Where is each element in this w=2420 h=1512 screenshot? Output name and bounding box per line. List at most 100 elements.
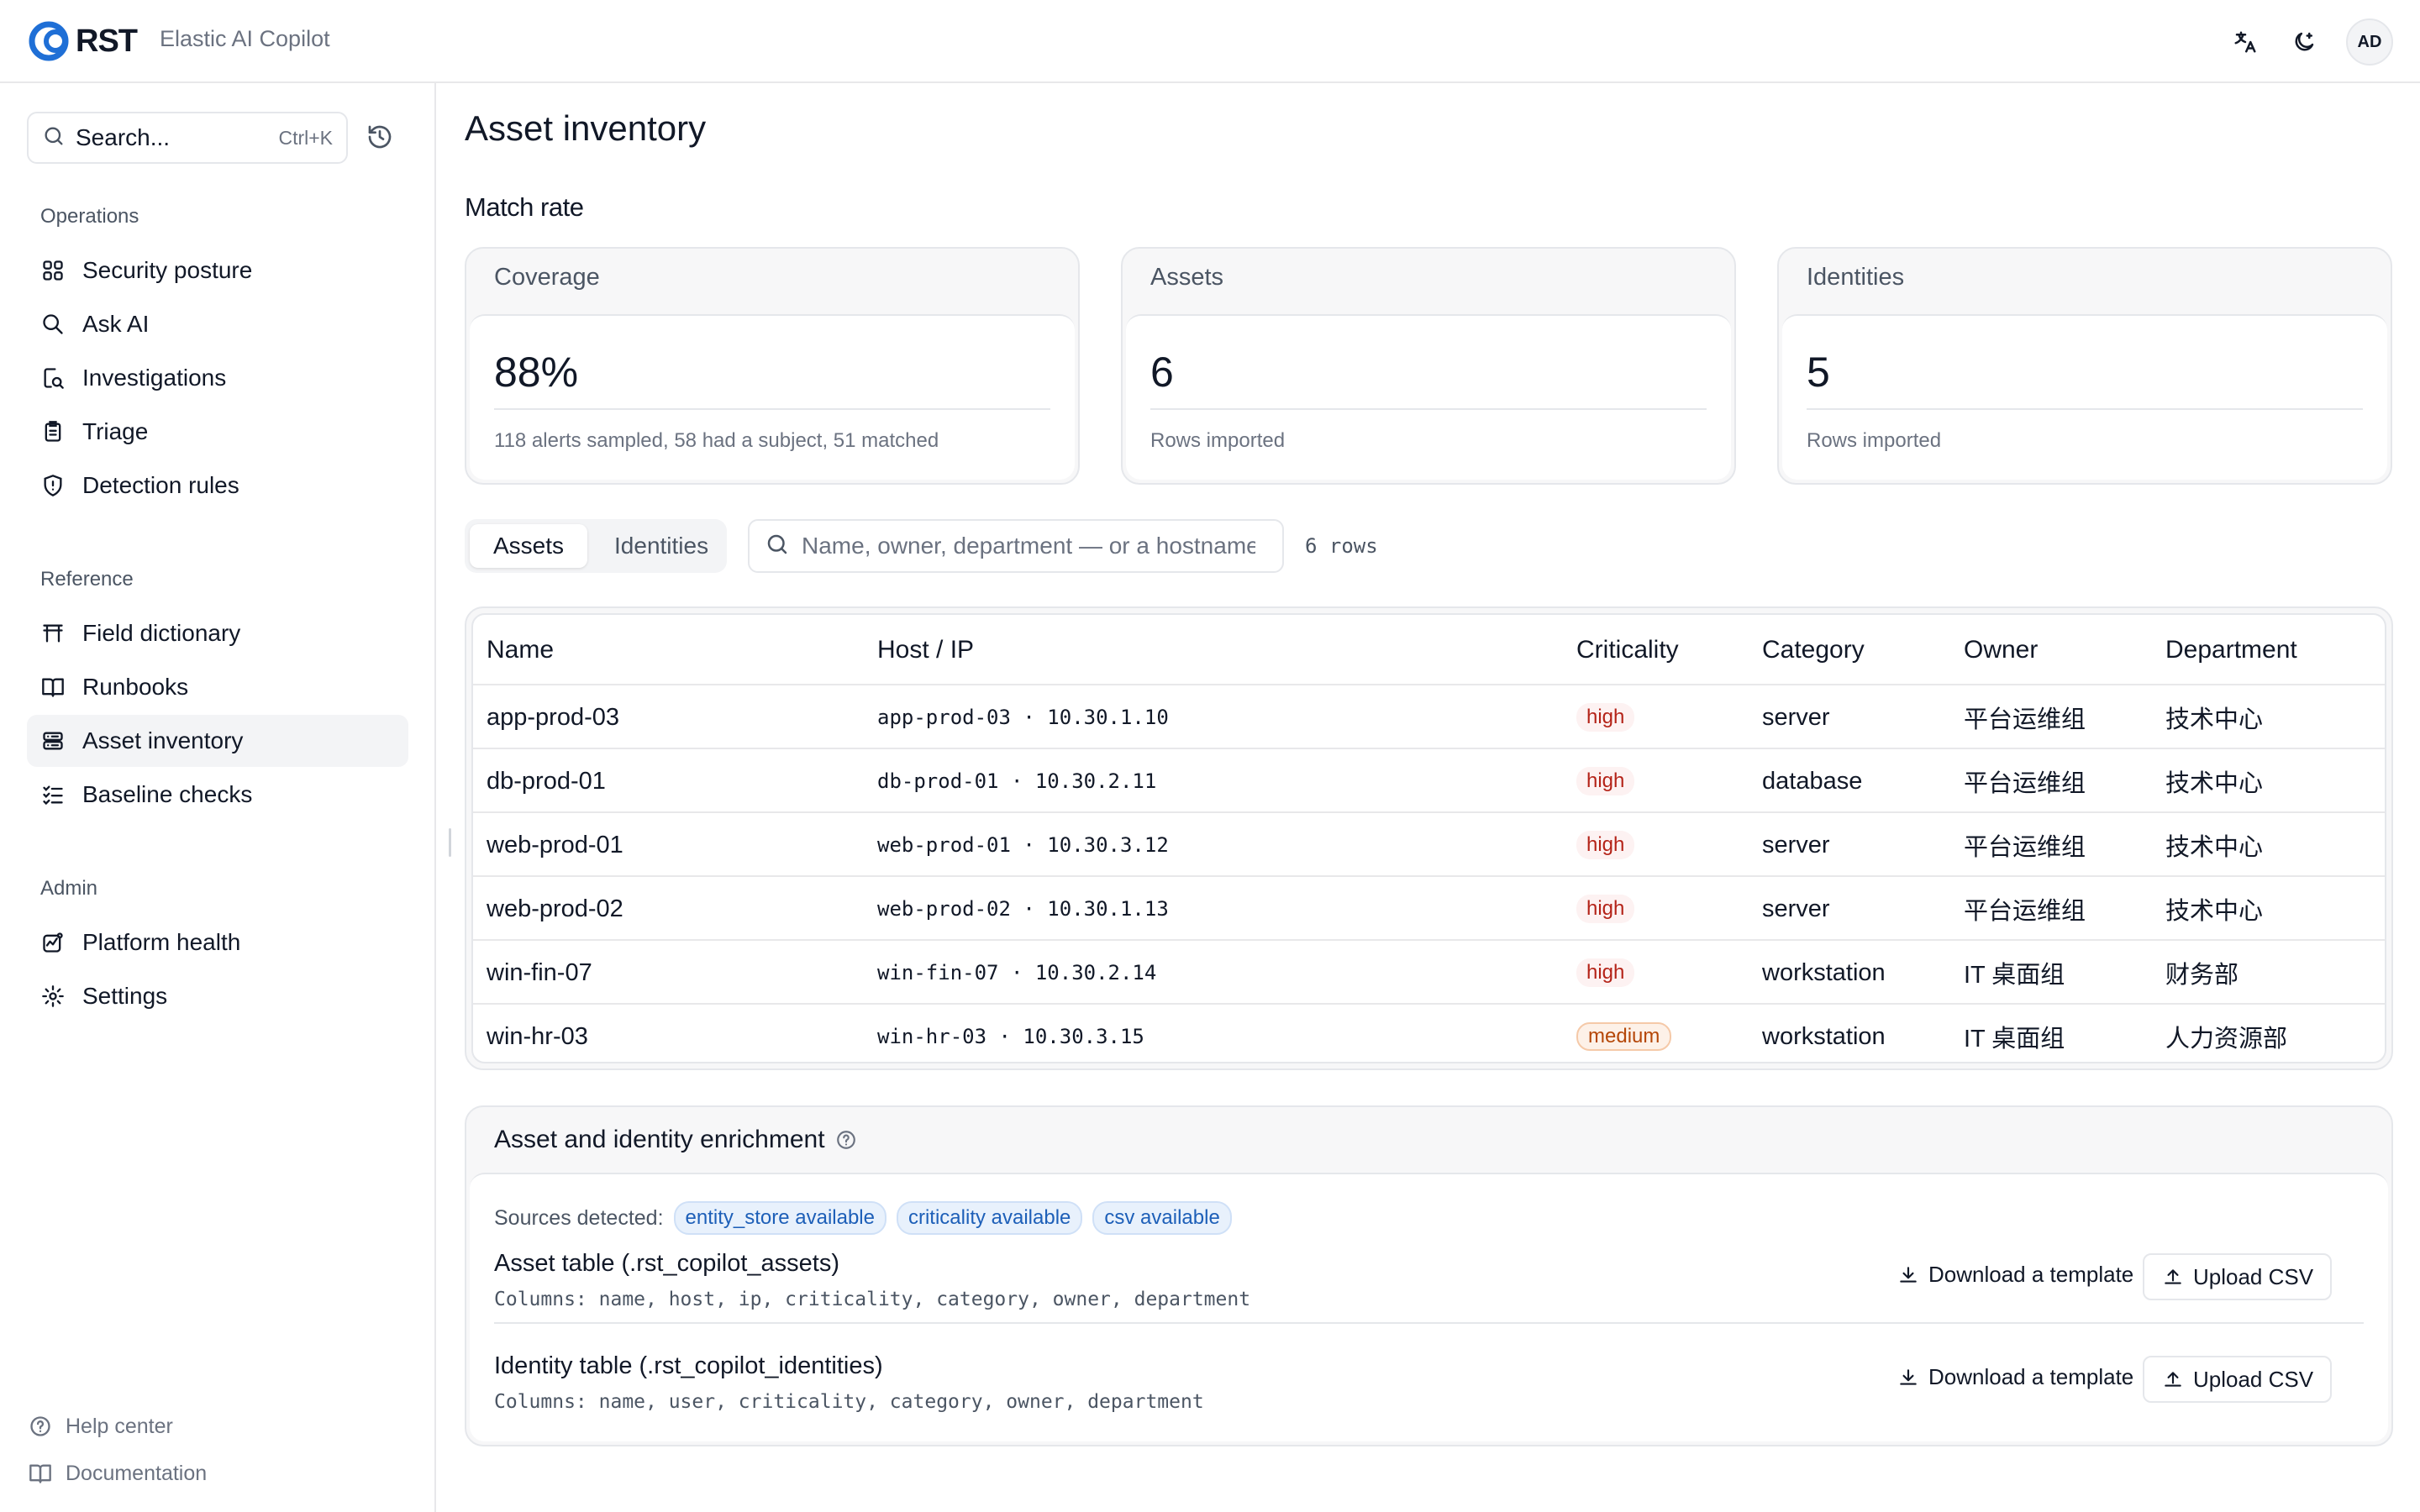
sidebar-item-asset-inventory[interactable]: Asset inventory [27,715,408,767]
translate-icon[interactable] [2228,25,2262,59]
sidebar-resize-handle[interactable] [449,828,451,857]
sidebar-item-triage[interactable]: Triage [27,406,408,458]
cell-owner: IT 桌面组 [1964,962,2065,989]
investigation-icon [39,364,67,392]
sidebar-item-runbooks[interactable]: Runbooks [27,661,408,713]
tab-assets[interactable]: Assets [470,524,588,568]
sidebar-item-label: Asset inventory [82,727,244,753]
sidebar-item-security-posture[interactable]: Security posture [27,244,408,297]
download-label: Download a template [1928,1364,2134,1389]
cell-category: workstation [1762,958,1886,986]
server-icon [39,727,67,755]
cell-owner: 平台运维组 [1964,898,2086,925]
column-header-criticality[interactable]: Criticality [1576,615,1679,685]
cell-owner: IT 桌面组 [1964,1026,2065,1053]
cell-name: db-prod-01 [487,767,606,795]
sources-detected: Sources detected: entity_store available… [494,1201,1232,1235]
sidebar-item-baseline-checks[interactable]: Baseline checks [27,769,408,821]
source-chip: csv available [1092,1201,1232,1235]
table-row[interactable]: db-prod-01 db-prod-01 · 10.30.2.11 high … [473,749,2385,813]
section-label-reference: Reference [40,568,134,591]
list-check-icon [39,780,67,809]
sidebar-search[interactable]: Search... Ctrl+K [27,112,348,164]
search-icon [765,532,790,561]
cell-host: web-prod-02 · 10.30.1.13 [877,897,1169,921]
filter-input[interactable] [802,533,1255,559]
table-filter[interactable] [748,519,1284,573]
column-header-host[interactable]: Host / IP [877,615,974,685]
cell-name: win-fin-07 [487,958,592,986]
cell-name: app-prod-03 [487,703,619,731]
help-center-link[interactable]: Help center [27,1413,173,1440]
criticality-badge: high [1576,831,1635,859]
section-label-operations: Operations [40,205,139,228]
sidebar-item-label: Ask AI [82,311,150,337]
sidebar-item-label: Field dictionary [82,620,241,646]
upload-asset-csv-button[interactable]: Upload CSV [2143,1253,2333,1300]
cell-owner: 平台运维组 [1964,770,2086,797]
cell-department: 技术中心 [2165,898,2264,925]
top-bar: RST Elastic AI Copilot AD [0,0,2420,83]
sidebar: Search... Ctrl+K Operations Security pos… [0,83,436,1512]
table-row[interactable]: win-fin-07 win-fin-07 · 10.30.2.14 high … [473,941,2385,1005]
table-row[interactable]: web-prod-01 web-prod-01 · 10.30.3.12 hig… [473,813,2385,877]
card-value: 88% [494,349,579,396]
column-header-category[interactable]: Category [1762,615,1865,685]
upload-identity-csv-button[interactable]: Upload CSV [2143,1356,2333,1403]
sidebar-item-investigations[interactable]: Investigations [27,352,408,404]
logo-mark-icon [24,18,77,64]
cell-category: server [1762,703,1830,731]
enrichment-title: Asset and identity enrichment [494,1126,825,1153]
documentation-link[interactable]: Documentation [27,1460,207,1487]
asset-table-title: Asset table (.rst_copilot_assets) [494,1250,840,1277]
criticality-badge: medium [1576,1022,1672,1051]
identities-card: Identities 5 Rows imported [1777,247,2392,485]
cell-owner: 平台运维组 [1964,706,2086,733]
sidebar-item-platform-health[interactable]: Platform health [27,916,408,969]
history-icon[interactable] [366,123,397,154]
app-name: Elastic AI Copilot [160,26,330,51]
cell-host: win-fin-07 · 10.30.2.14 [877,961,1157,984]
criticality-badge: high [1576,703,1635,732]
column-header-name[interactable]: Name [487,615,554,685]
tab-identities[interactable]: Identities [591,524,732,568]
sidebar-item-label: Runbooks [82,674,189,700]
cell-department: 财务部 [2165,962,2239,989]
identity-table-columns: Columns: name, user, criticality, catego… [494,1391,1204,1413]
shield-icon [39,471,67,500]
user-avatar[interactable]: AD [2346,18,2393,66]
table-row[interactable]: app-prod-03 app-prod-03 · 10.30.1.10 hig… [473,685,2385,749]
gear-icon [39,982,67,1011]
criticality-badge: high [1576,895,1635,923]
search-shortcut: Ctrl+K [278,126,333,149]
cell-category: server [1762,831,1830,858]
column-header-owner[interactable]: Owner [1964,615,2038,685]
table-row[interactable]: web-prod-02 web-prod-02 · 10.30.1.13 hig… [473,877,2385,941]
column-header-department[interactable]: Department [2165,615,2297,685]
sidebar-item-ask-ai[interactable]: Ask AI [27,298,408,350]
section-label-admin: Admin [40,877,98,900]
cell-host: win-hr-03 · 10.30.3.15 [877,1025,1144,1048]
upload-icon [2161,1265,2185,1289]
card-title: Assets [1150,264,1224,291]
card-value: 5 [1807,349,1830,396]
page-title: Asset inventory [465,108,707,148]
download-asset-template-button[interactable]: Download a template [1897,1262,2133,1288]
card-title: Coverage [494,264,600,291]
cell-name: web-prod-01 [487,831,623,858]
upload-label: Upload CSV [2193,1366,2314,1392]
theme-toggle-icon[interactable] [2287,25,2321,59]
sidebar-item-detection-rules[interactable]: Detection rules [27,459,408,512]
sidebar-item-settings[interactable]: Settings [27,970,408,1022]
cell-department: 人力资源部 [2165,1026,2288,1053]
sidebar-item-field-dictionary[interactable]: Field dictionary [27,607,408,659]
brand-logo[interactable]: RST [24,18,138,64]
table-row[interactable]: win-hr-03 win-hr-03 · 10.30.3.15 medium … [473,1005,2385,1062]
grid-icon [39,256,67,285]
asset-table: Name Host / IP Criticality Category Owne… [465,606,2393,1070]
download-icon [1897,1366,1920,1389]
help-icon[interactable] [835,1129,857,1151]
clipboard-icon [39,417,67,446]
download-identity-template-button[interactable]: Download a template [1897,1364,2133,1390]
table-tabs: Assets Identities [465,519,727,573]
